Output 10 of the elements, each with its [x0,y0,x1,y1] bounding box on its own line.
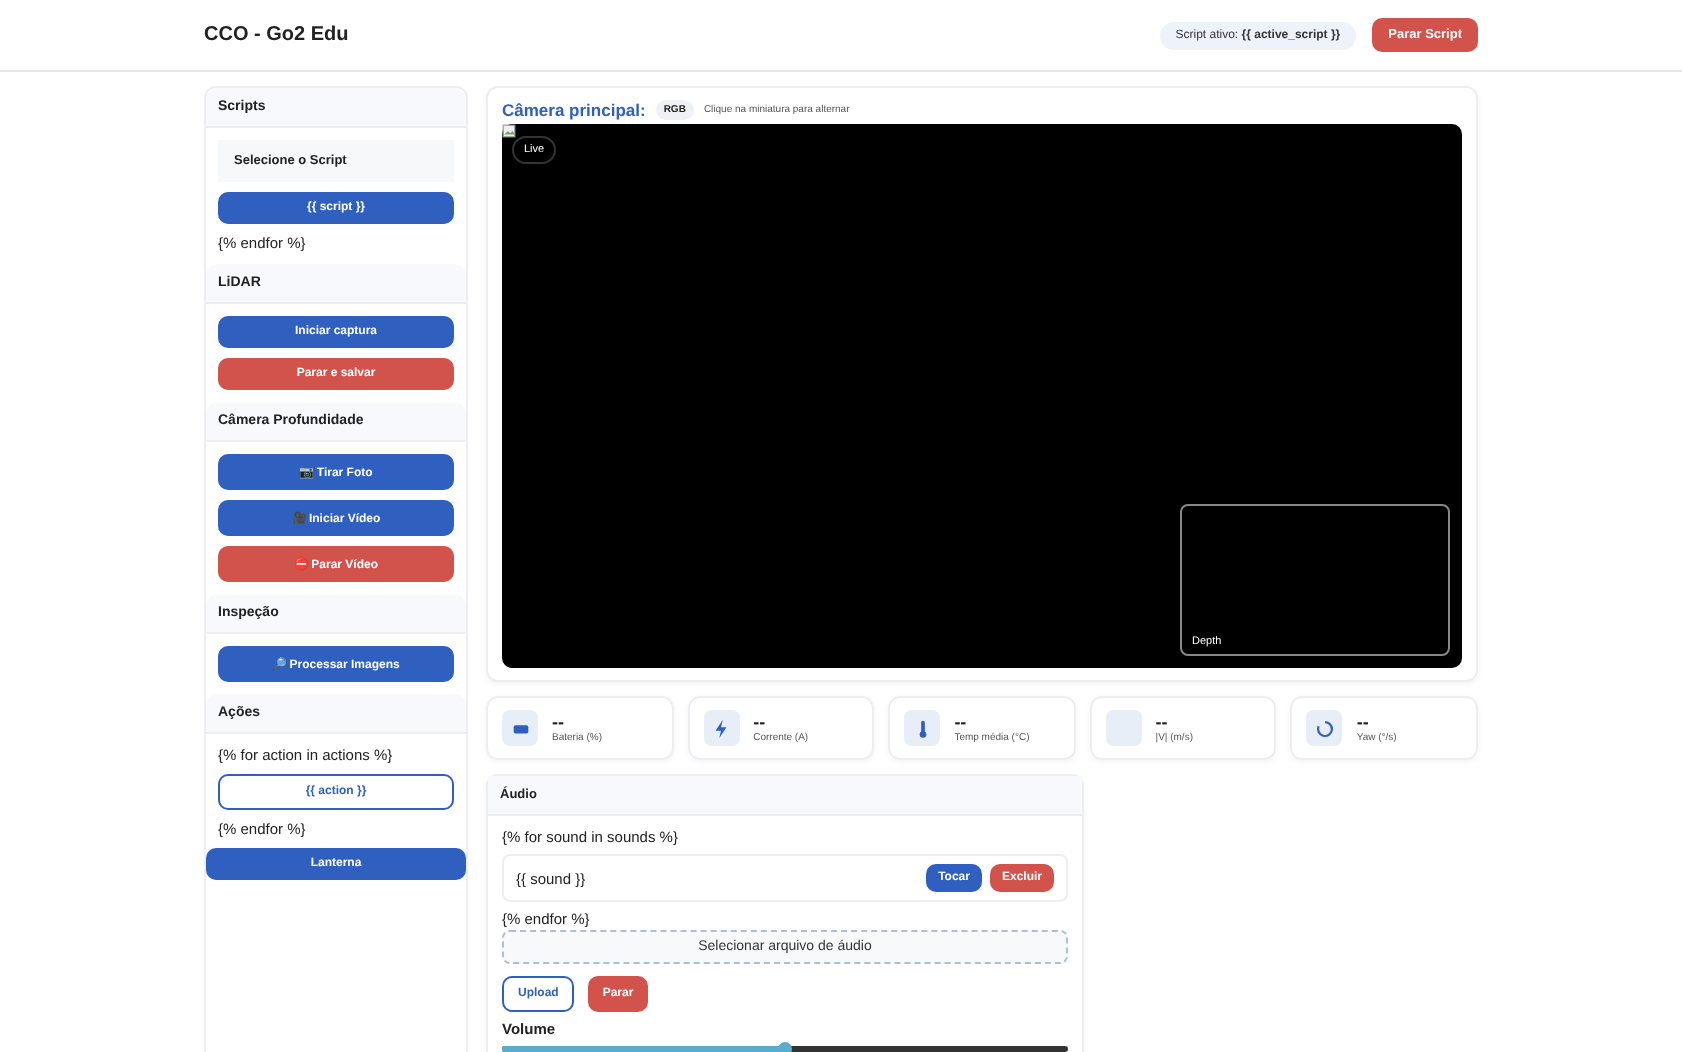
stat-value: -- [1356,713,1371,731]
broken-image-icon [502,124,516,138]
app-title: CCO - Go2 Edu [204,24,349,46]
stat-value: -- [1155,713,1170,731]
rotation-icon [1313,717,1336,739]
stat-value: -- [753,713,768,731]
stat-value: -- [954,713,969,731]
volume-slider[interactable] [502,1046,1068,1052]
stat-value: -- [552,713,566,731]
camera-title: Câmera principal: [502,100,646,120]
